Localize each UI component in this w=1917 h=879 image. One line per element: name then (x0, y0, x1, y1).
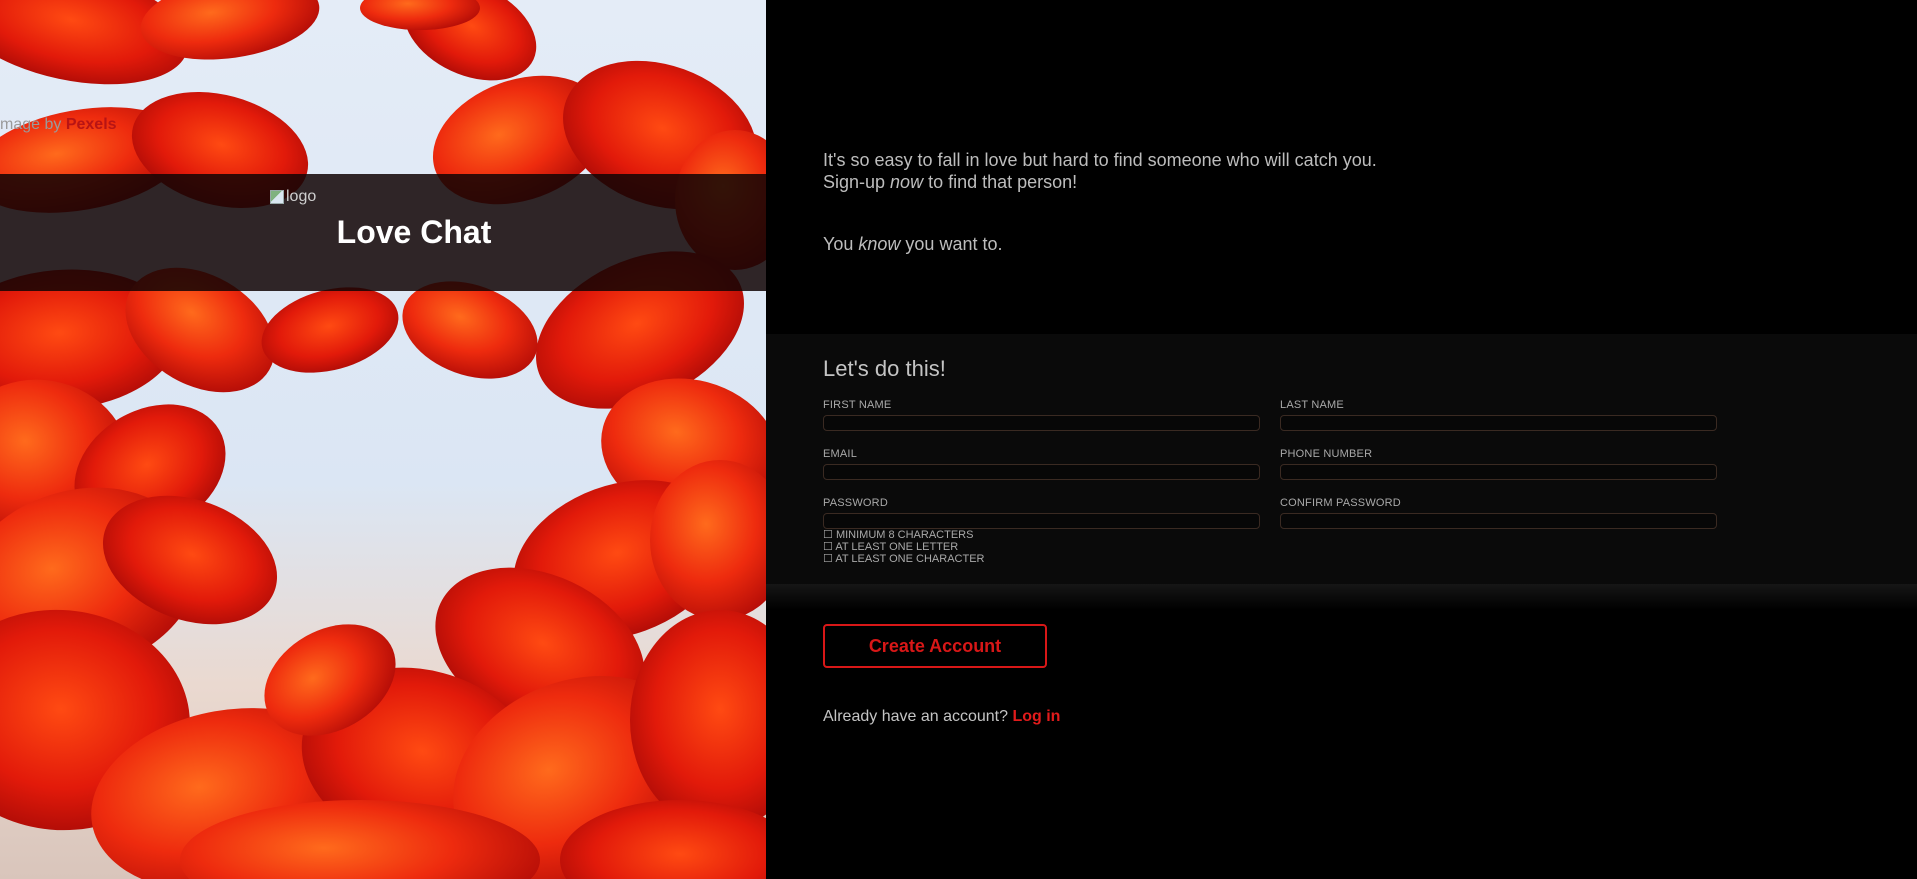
confirm-password-label: CONFIRM PASSWORD (1280, 497, 1401, 509)
email-field-group: EMAIL (823, 448, 1260, 480)
intro-text: It's so easy to fall in love but hard to… (823, 149, 1377, 255)
confirm-password-field-group: CONFIRM PASSWORD (1280, 497, 1717, 529)
email-input[interactable] (823, 464, 1260, 480)
intro-line-2-start: Sign-up (823, 172, 891, 192)
phone-input[interactable] (1280, 464, 1717, 480)
checkbox-icon: ☐ (823, 529, 833, 541)
signup-page: mage by Pexels logo Love Chat It's so ea… (0, 0, 1917, 879)
password-rule: ☐ AT LEAST ONE LETTER (823, 541, 984, 553)
intro-line-3-start: You (823, 234, 859, 254)
confirm-password-input[interactable] (1280, 513, 1717, 529)
password-input[interactable] (823, 513, 1260, 529)
broken-image-icon (270, 190, 284, 204)
password-rule: ☐ AT LEAST ONE CHARACTER (823, 553, 984, 565)
create-account-button[interactable]: Create Account (823, 624, 1047, 668)
login-prompt: Already have an account? Log in (823, 708, 1060, 726)
intro-line-3-emphasis: know (858, 234, 901, 254)
first-name-label: FIRST NAME (823, 399, 892, 411)
last-name-field-group: LAST NAME (1280, 399, 1717, 431)
password-rule-text: MINIMUM 8 CHARACTERS (835, 529, 974, 541)
checkbox-icon: ☐ (823, 541, 833, 553)
login-prompt-text: Already have an account? (823, 708, 1009, 725)
phone-label: PHONE NUMBER (1280, 448, 1373, 460)
hero-image: mage by Pexels logo Love Chat (0, 0, 766, 879)
brand-banner: logo Love Chat (0, 174, 766, 291)
password-rule: ☐ MINIMUM 8 CHARACTERS (823, 529, 984, 541)
intro-line-2-end: to find that person! (923, 172, 1078, 192)
password-rule-text: AT LEAST ONE LETTER (835, 541, 959, 553)
signup-panel: It's so easy to fall in love but hard to… (766, 0, 1917, 879)
checkbox-icon: ☐ (823, 553, 833, 565)
form-heading: Let's do this! (823, 356, 946, 381)
intro-line-1: It's so easy to fall in love but hard to… (823, 150, 1377, 170)
email-label: EMAIL (823, 448, 858, 460)
image-credit-prefix: mage by (0, 116, 62, 133)
first-name-input[interactable] (823, 415, 1260, 431)
signup-form: Let's do this! FIRST NAME LAST NAME EMAI… (766, 334, 1917, 610)
image-credit: mage by Pexels (0, 116, 117, 134)
phone-field-group: PHONE NUMBER (1280, 448, 1717, 480)
logo: logo (270, 188, 316, 206)
password-rule-text: AT LEAST ONE CHARACTER (835, 553, 985, 565)
brand-title: Love Chat (336, 214, 492, 250)
intro-line-3-end: you want to. (900, 234, 1003, 254)
password-label: PASSWORD (823, 497, 888, 509)
intro-line-3: You know you want to. (823, 233, 1377, 255)
first-name-field-group: FIRST NAME (823, 399, 1260, 431)
pexels-link[interactable]: Pexels (66, 116, 117, 133)
logo-alt-text: logo (286, 188, 317, 205)
login-link[interactable]: Log in (1012, 708, 1060, 725)
password-requirements: ☐ MINIMUM 8 CHARACTERS ☐ AT LEAST ONE LE… (823, 529, 984, 565)
intro-line-2: Sign-up now to find that person! (823, 171, 1377, 193)
intro-line-2-emphasis: now (890, 172, 924, 192)
password-field-group: PASSWORD (823, 497, 1260, 529)
last-name-label: LAST NAME (1280, 399, 1344, 411)
last-name-input[interactable] (1280, 415, 1717, 431)
